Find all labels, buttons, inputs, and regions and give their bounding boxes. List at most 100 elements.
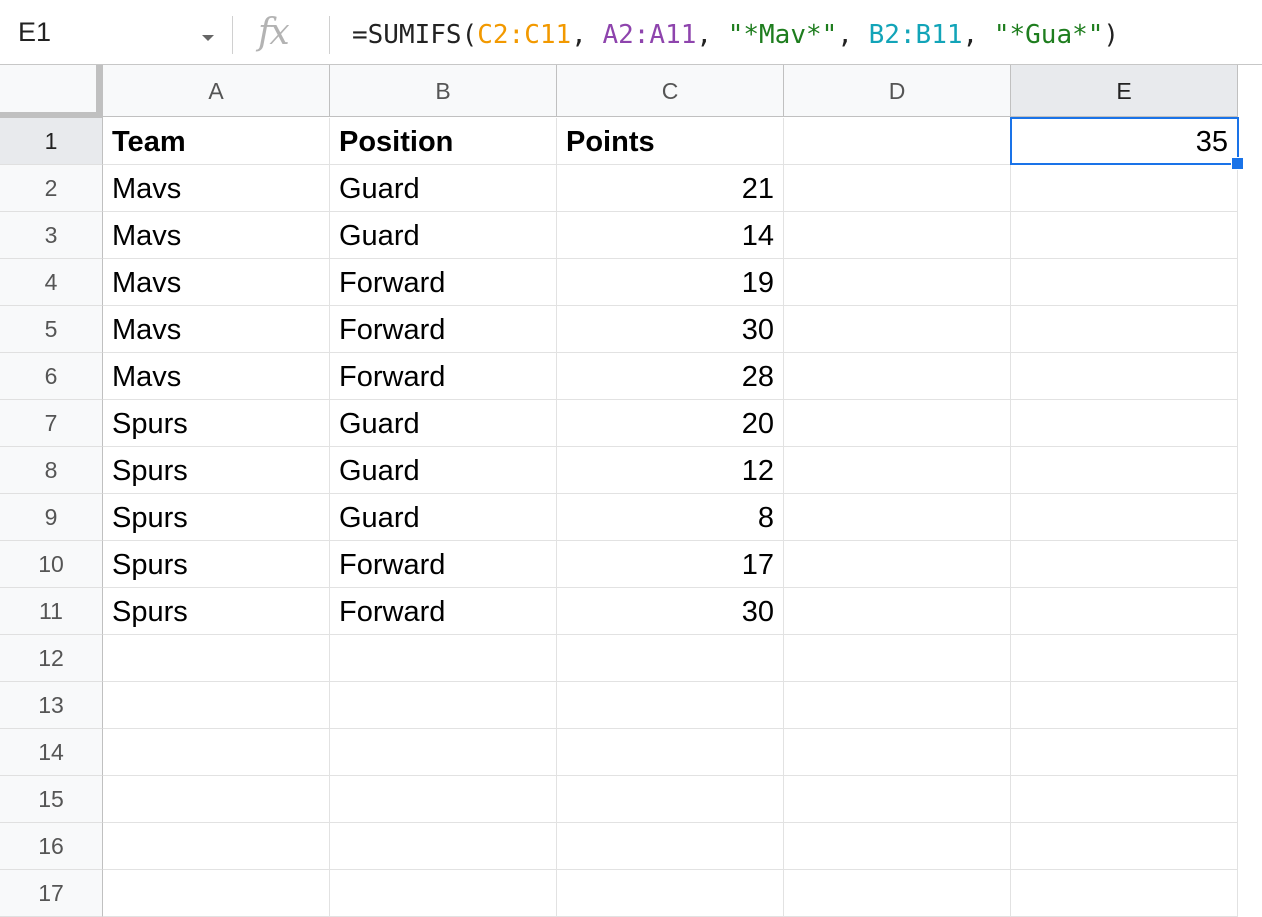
cell-e10[interactable] — [1011, 541, 1238, 588]
cell-b10[interactable]: Forward — [330, 541, 557, 588]
cell-b13[interactable] — [330, 682, 557, 729]
row-header-12[interactable]: 12 — [0, 635, 103, 682]
cell-a6[interactable]: Mavs — [103, 353, 330, 400]
column-header-b[interactable]: B — [330, 65, 557, 117]
cell-c12[interactable] — [557, 635, 784, 682]
cell-e11[interactable] — [1011, 588, 1238, 635]
row-header-8[interactable]: 8 — [0, 447, 103, 494]
cell-c11[interactable]: 30 — [557, 588, 784, 635]
cell-d11[interactable] — [784, 588, 1011, 635]
row-header-10[interactable]: 10 — [0, 541, 103, 588]
cell-c13[interactable] — [557, 682, 784, 729]
cell-a9[interactable]: Spurs — [103, 494, 330, 541]
cell-d7[interactable] — [784, 400, 1011, 447]
row-header-14[interactable]: 14 — [0, 729, 103, 776]
cell-e3[interactable] — [1011, 212, 1238, 259]
row-header-3[interactable]: 3 — [0, 212, 103, 259]
cell-c8[interactable]: 12 — [557, 447, 784, 494]
cell-e13[interactable] — [1011, 682, 1238, 729]
row-header-11[interactable]: 11 — [0, 588, 103, 635]
cell-e7[interactable] — [1011, 400, 1238, 447]
formula-input[interactable]: =SUMIFS(C2:C11, A2:A11, "*Mav*", B2:B11,… — [352, 20, 1119, 50]
cell-d3[interactable] — [784, 212, 1011, 259]
cell-b3[interactable]: Guard — [330, 212, 557, 259]
cell-d9[interactable] — [784, 494, 1011, 541]
cell-b9[interactable]: Guard — [330, 494, 557, 541]
cell-a1[interactable]: Team — [103, 118, 330, 165]
cell-d4[interactable] — [784, 259, 1011, 306]
cell-c5[interactable]: 30 — [557, 306, 784, 353]
row-header-6[interactable]: 6 — [0, 353, 103, 400]
cell-a11[interactable]: Spurs — [103, 588, 330, 635]
cell-c2[interactable]: 21 — [557, 165, 784, 212]
cell-d16[interactable] — [784, 823, 1011, 870]
cell-c14[interactable] — [557, 729, 784, 776]
row-header-1[interactable]: 1 — [0, 118, 103, 165]
cell-b17[interactable] — [330, 870, 557, 917]
cell-e17[interactable] — [1011, 870, 1238, 917]
row-header-16[interactable]: 16 — [0, 823, 103, 870]
cell-b14[interactable] — [330, 729, 557, 776]
cell-b11[interactable]: Forward — [330, 588, 557, 635]
cell-e14[interactable] — [1011, 729, 1238, 776]
freeze-handle-vertical[interactable] — [96, 65, 102, 118]
row-header-13[interactable]: 13 — [0, 682, 103, 729]
cell-c4[interactable]: 19 — [557, 259, 784, 306]
cell-e9[interactable] — [1011, 494, 1238, 541]
cell-b8[interactable]: Guard — [330, 447, 557, 494]
cell-d1[interactable] — [784, 118, 1011, 165]
cell-d6[interactable] — [784, 353, 1011, 400]
row-header-9[interactable]: 9 — [0, 494, 103, 541]
name-box[interactable]: E1 — [0, 0, 230, 64]
cell-e1[interactable]: 35 — [1011, 118, 1238, 165]
cell-b5[interactable]: Forward — [330, 306, 557, 353]
column-header-d[interactable]: D — [784, 65, 1011, 117]
row-header-15[interactable]: 15 — [0, 776, 103, 823]
cell-a4[interactable]: Mavs — [103, 259, 330, 306]
cell-b2[interactable]: Guard — [330, 165, 557, 212]
cell-e15[interactable] — [1011, 776, 1238, 823]
column-header-e[interactable]: E — [1011, 65, 1238, 117]
cell-c9[interactable]: 8 — [557, 494, 784, 541]
cell-e2[interactable] — [1011, 165, 1238, 212]
cell-d17[interactable] — [784, 870, 1011, 917]
cell-c1[interactable]: Points — [557, 118, 784, 165]
cell-e5[interactable] — [1011, 306, 1238, 353]
cell-a2[interactable]: Mavs — [103, 165, 330, 212]
cell-d12[interactable] — [784, 635, 1011, 682]
column-header-a[interactable]: A — [103, 65, 330, 117]
cell-c3[interactable]: 14 — [557, 212, 784, 259]
row-header-17[interactable]: 17 — [0, 870, 103, 917]
cell-d15[interactable] — [784, 776, 1011, 823]
cell-b1[interactable]: Position — [330, 118, 557, 165]
cell-c6[interactable]: 28 — [557, 353, 784, 400]
name-box-value[interactable]: E1 — [18, 17, 51, 48]
cell-c15[interactable] — [557, 776, 784, 823]
cell-b7[interactable]: Guard — [330, 400, 557, 447]
cell-b4[interactable]: Forward — [330, 259, 557, 306]
cell-e8[interactable] — [1011, 447, 1238, 494]
cell-c16[interactable] — [557, 823, 784, 870]
row-header-2[interactable]: 2 — [0, 165, 103, 212]
cell-e12[interactable] — [1011, 635, 1238, 682]
column-header-c[interactable]: C — [557, 65, 784, 117]
cell-a8[interactable]: Spurs — [103, 447, 330, 494]
cell-a10[interactable]: Spurs — [103, 541, 330, 588]
cell-a3[interactable]: Mavs — [103, 212, 330, 259]
cell-a15[interactable] — [103, 776, 330, 823]
cell-a7[interactable]: Spurs — [103, 400, 330, 447]
row-header-4[interactable]: 4 — [0, 259, 103, 306]
chevron-down-icon[interactable] — [202, 35, 214, 41]
select-all-corner[interactable] — [0, 65, 103, 118]
cell-e16[interactable] — [1011, 823, 1238, 870]
cell-b16[interactable] — [330, 823, 557, 870]
cell-a12[interactable] — [103, 635, 330, 682]
cell-d14[interactable] — [784, 729, 1011, 776]
cell-d8[interactable] — [784, 447, 1011, 494]
cell-a14[interactable] — [103, 729, 330, 776]
cell-b15[interactable] — [330, 776, 557, 823]
cell-c17[interactable] — [557, 870, 784, 917]
cell-e4[interactable] — [1011, 259, 1238, 306]
cell-d5[interactable] — [784, 306, 1011, 353]
row-header-5[interactable]: 5 — [0, 306, 103, 353]
